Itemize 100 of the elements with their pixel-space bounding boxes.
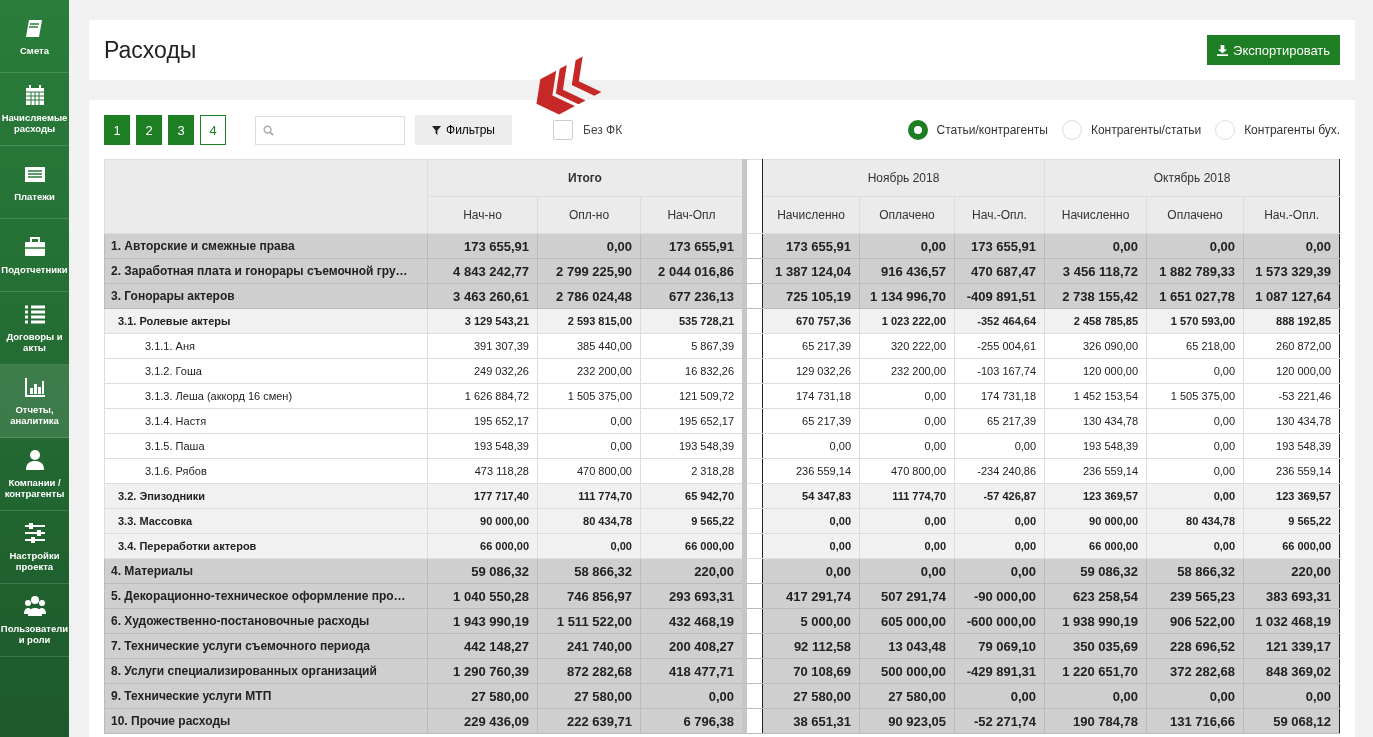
sidebar-item[interactable]: Компании / контрагенты [0,438,69,511]
table-cell: -103 167,74 [954,358,1045,384]
table-cell: 746 856,97 [537,583,641,609]
table-cell: 1 452 153,54 [1044,383,1147,409]
table-cell: 0,00 [954,558,1045,584]
page-button[interactable]: 3 [168,115,194,145]
table-cell: 190 784,78 [1044,708,1147,734]
table-cell: 241 740,00 [537,633,641,659]
table-cell: 0,00 [537,408,641,434]
page-title: Расходы [104,36,197,64]
group-header: Октябрь 2018 [1044,159,1340,197]
table-cell: 236 559,14 [1044,458,1147,484]
table-cell: 1 023 222,00 [859,308,955,334]
table-cell: 0,00 [954,683,1045,709]
row-label: 3.1.4. Настя [104,408,428,434]
sidebar-item[interactable]: Договоры и акты [0,292,69,365]
table-cell: 442 148,27 [427,633,538,659]
table-cell: 2 786 024,48 [537,283,641,309]
sidebar-item[interactable]: Начисляемые расходы [0,73,69,146]
page-button[interactable]: 4 [200,115,226,145]
table-cell: -600 000,00 [954,608,1045,634]
table-cell: 3 129 543,21 [427,308,538,334]
group-header: Ноябрь 2018 [762,159,1045,197]
table-cell: 1 134 996,70 [859,283,955,309]
table-cell: 0,00 [954,433,1045,459]
sidebar-item[interactable]: Отчеты, аналитика [0,365,69,438]
row-label: 3.2. Эпизодники [104,483,428,509]
column-header: Нач-но [427,196,538,234]
funnel-icon [432,125,442,135]
table-cell: 1 505 375,00 [537,383,641,409]
table-cell: 670 757,36 [762,308,860,334]
page-button[interactable]: 2 [136,115,162,145]
column-header: Нач.-Опл. [1243,196,1340,234]
table-cell: 725 105,19 [762,283,860,309]
download-icon [1217,44,1229,56]
table-cell: 232 200,00 [859,358,955,384]
table-cell: 0,00 [762,433,860,459]
column-header: Начисленно [762,196,860,234]
sidebar-item[interactable]: Смета [0,0,69,73]
table-cell: 2 593 815,00 [537,308,641,334]
table-cell: 350 035,69 [1044,633,1147,659]
table-cell: 236 559,14 [762,458,860,484]
table-cell: 0,00 [859,233,955,259]
checkbox-label: Без ФК [583,123,623,137]
table-cell: 1 938 990,19 [1044,608,1147,634]
checkbox[interactable] [553,120,573,140]
sidebar-item[interactable]: Настройки проекта [0,511,69,584]
table-cell: 130 434,78 [1044,408,1147,434]
table-cell: 27 580,00 [762,683,860,709]
table-cell: 0,00 [1146,683,1244,709]
table-cell: 605 000,00 [859,608,955,634]
filter-button[interactable]: Фильтры [415,115,512,145]
table-cell: 59 086,32 [427,558,538,584]
row-label: 3.1. Ролевые актеры [104,308,428,334]
row-label: 1. Авторские и смежные права [104,233,428,259]
briefcase-icon [23,235,46,258]
list-icon [23,303,46,325]
users-icon [23,595,46,617]
table-cell: 66 000,00 [1044,533,1147,559]
page-button[interactable]: 1 [104,115,130,145]
sidebar-item[interactable]: Платежи [0,146,69,219]
table-cell: 0,00 [1146,358,1244,384]
table-cell: 0,00 [859,408,955,434]
table-cell: 27 580,00 [427,683,538,709]
table-cell: 173 655,91 [762,233,860,259]
column-header: Нач.-Опл. [954,196,1045,234]
table-cell: -90 000,00 [954,583,1045,609]
table-cell: 65 217,39 [762,408,860,434]
table-cell: 13 043,48 [859,633,955,659]
sidebar-item[interactable]: Подотчетники [0,219,69,292]
table-cell: 27 580,00 [859,683,955,709]
table-cell: 111 774,70 [537,483,641,509]
table-cell: 0,00 [762,558,860,584]
table-cell: 92 112,58 [762,633,860,659]
table-cell: 131 716,66 [1146,708,1244,734]
table-cell: 1 290 760,39 [427,658,538,684]
table-cell: 236 559,14 [1243,458,1340,484]
row-label: 7. Технические услуги съемочного периода [104,633,428,659]
table-cell: 1 511 522,00 [537,608,641,634]
radio-button[interactable] [907,120,928,140]
table-cell: 260 872,00 [1243,333,1340,359]
table-cell: 1 943 990,19 [427,608,538,634]
row-label: 3. Гонорары актеров [104,283,428,309]
table-cell: 0,00 [1146,458,1244,484]
table-cell: 372 282,68 [1146,658,1244,684]
table-cell: 229 436,09 [427,708,538,734]
row-label: 9. Технические услуги МТП [104,683,428,709]
table-cell: 1 570 593,00 [1146,308,1244,334]
column-header: Опл-но [537,196,641,234]
table-cell: 193 548,39 [1243,433,1340,459]
table-cell: 0,00 [1243,233,1340,259]
search-field[interactable] [255,115,405,145]
table-cell: 123 369,57 [1243,483,1340,509]
export-button[interactable]: Экспортировать [1207,35,1341,65]
sidebar-item[interactable]: Пользователи и роли [0,584,69,657]
table-cell: 0,00 [762,508,860,534]
radio-label: Статьи/контрагенты [936,123,1048,137]
table-cell: 177 717,40 [427,483,538,509]
table-cell: 174 731,18 [954,383,1045,409]
table-cell: 90 923,05 [859,708,955,734]
